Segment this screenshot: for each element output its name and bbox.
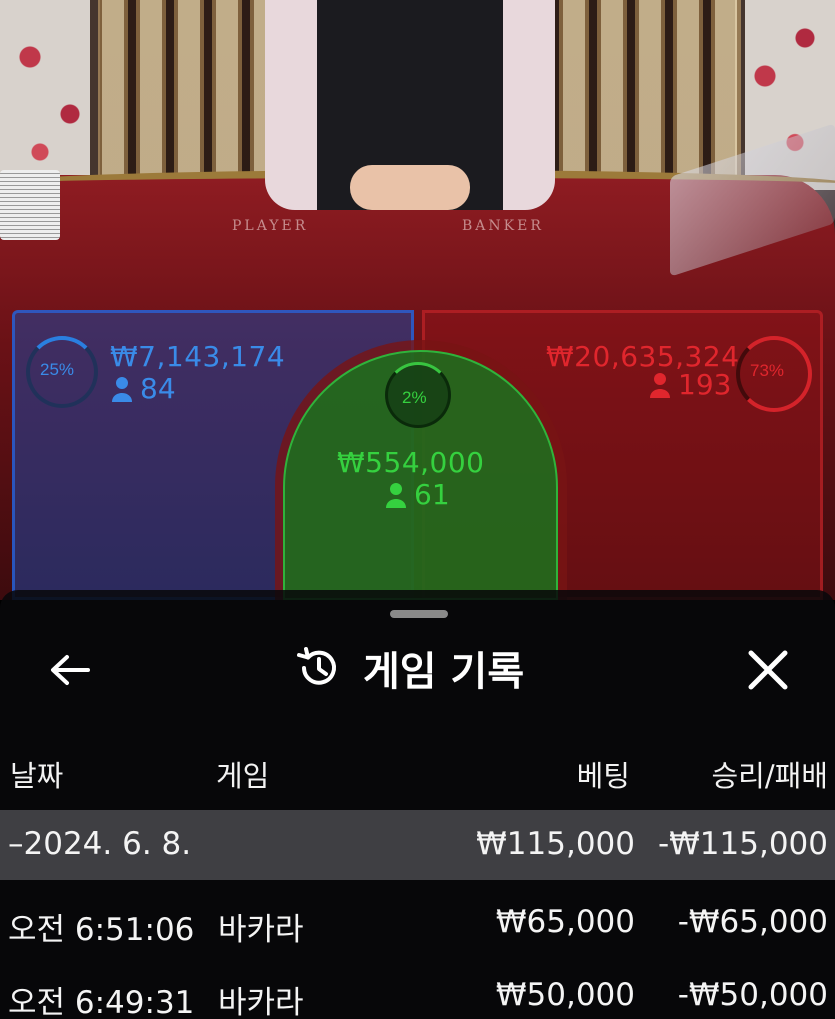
blossom-decor-left <box>0 0 100 190</box>
date-group-date: –2024. 6. 8. <box>8 826 192 862</box>
history-row-game: 바카라 <box>218 985 304 1019</box>
history-icon <box>297 647 336 685</box>
close-button[interactable] <box>738 640 798 700</box>
banker-percent: 73% <box>750 361 785 380</box>
tie-bettor-count-value: 61 <box>414 478 450 511</box>
player-percent: 25% <box>40 360 75 379</box>
date-group-win-loss-total: -₩115,000 <box>657 826 828 862</box>
sheet-title: 게임 기록 <box>363 649 525 695</box>
column-header-date: 날짜 <box>10 759 64 793</box>
arrow-left-icon <box>51 655 90 685</box>
close-icon <box>748 650 788 690</box>
person-icon <box>650 372 670 398</box>
column-header-win-loss: 승리/패배 <box>711 759 829 793</box>
felt-banker-label: BANKER <box>462 218 544 234</box>
tie-bettor-count: 61 <box>386 478 450 511</box>
sheet-drag-handle[interactable] <box>390 610 448 618</box>
column-header-game: 게임 <box>216 759 270 793</box>
felt-player-label: PLAYER <box>232 218 309 234</box>
history-row-time: 오전 6:49:31 <box>8 985 195 1019</box>
discard-cards <box>0 170 60 240</box>
player-bettor-count: 84 <box>112 372 176 405</box>
history-row-win-loss: -₩50,000 <box>677 977 828 1013</box>
sheet-header: 게임 기록 <box>295 638 524 698</box>
person-icon <box>386 482 406 508</box>
history-row-time: 오전 6:51:06 <box>8 912 195 948</box>
history-row-game: 바카라 <box>218 912 304 948</box>
history-row-bet: ₩65,000 <box>495 904 635 940</box>
dealer-hands <box>350 165 470 210</box>
column-header-bet: 베팅 <box>576 759 630 793</box>
tie-percent: 2% <box>402 388 427 407</box>
player-bettor-count-value: 84 <box>140 372 176 405</box>
banker-bettor-count-value: 193 <box>678 368 732 401</box>
banker-bettor-count: 193 <box>650 368 731 401</box>
tie-total-amount: ₩554,000 <box>337 446 485 479</box>
history-row-bet: ₩50,000 <box>495 977 635 1013</box>
date-group-bet-total: ₩115,000 <box>476 826 635 862</box>
person-icon <box>112 376 132 402</box>
back-button[interactable] <box>40 645 100 695</box>
player-total-amount: ₩7,143,174 <box>110 340 286 373</box>
history-row-win-loss: -₩65,000 <box>677 904 828 940</box>
